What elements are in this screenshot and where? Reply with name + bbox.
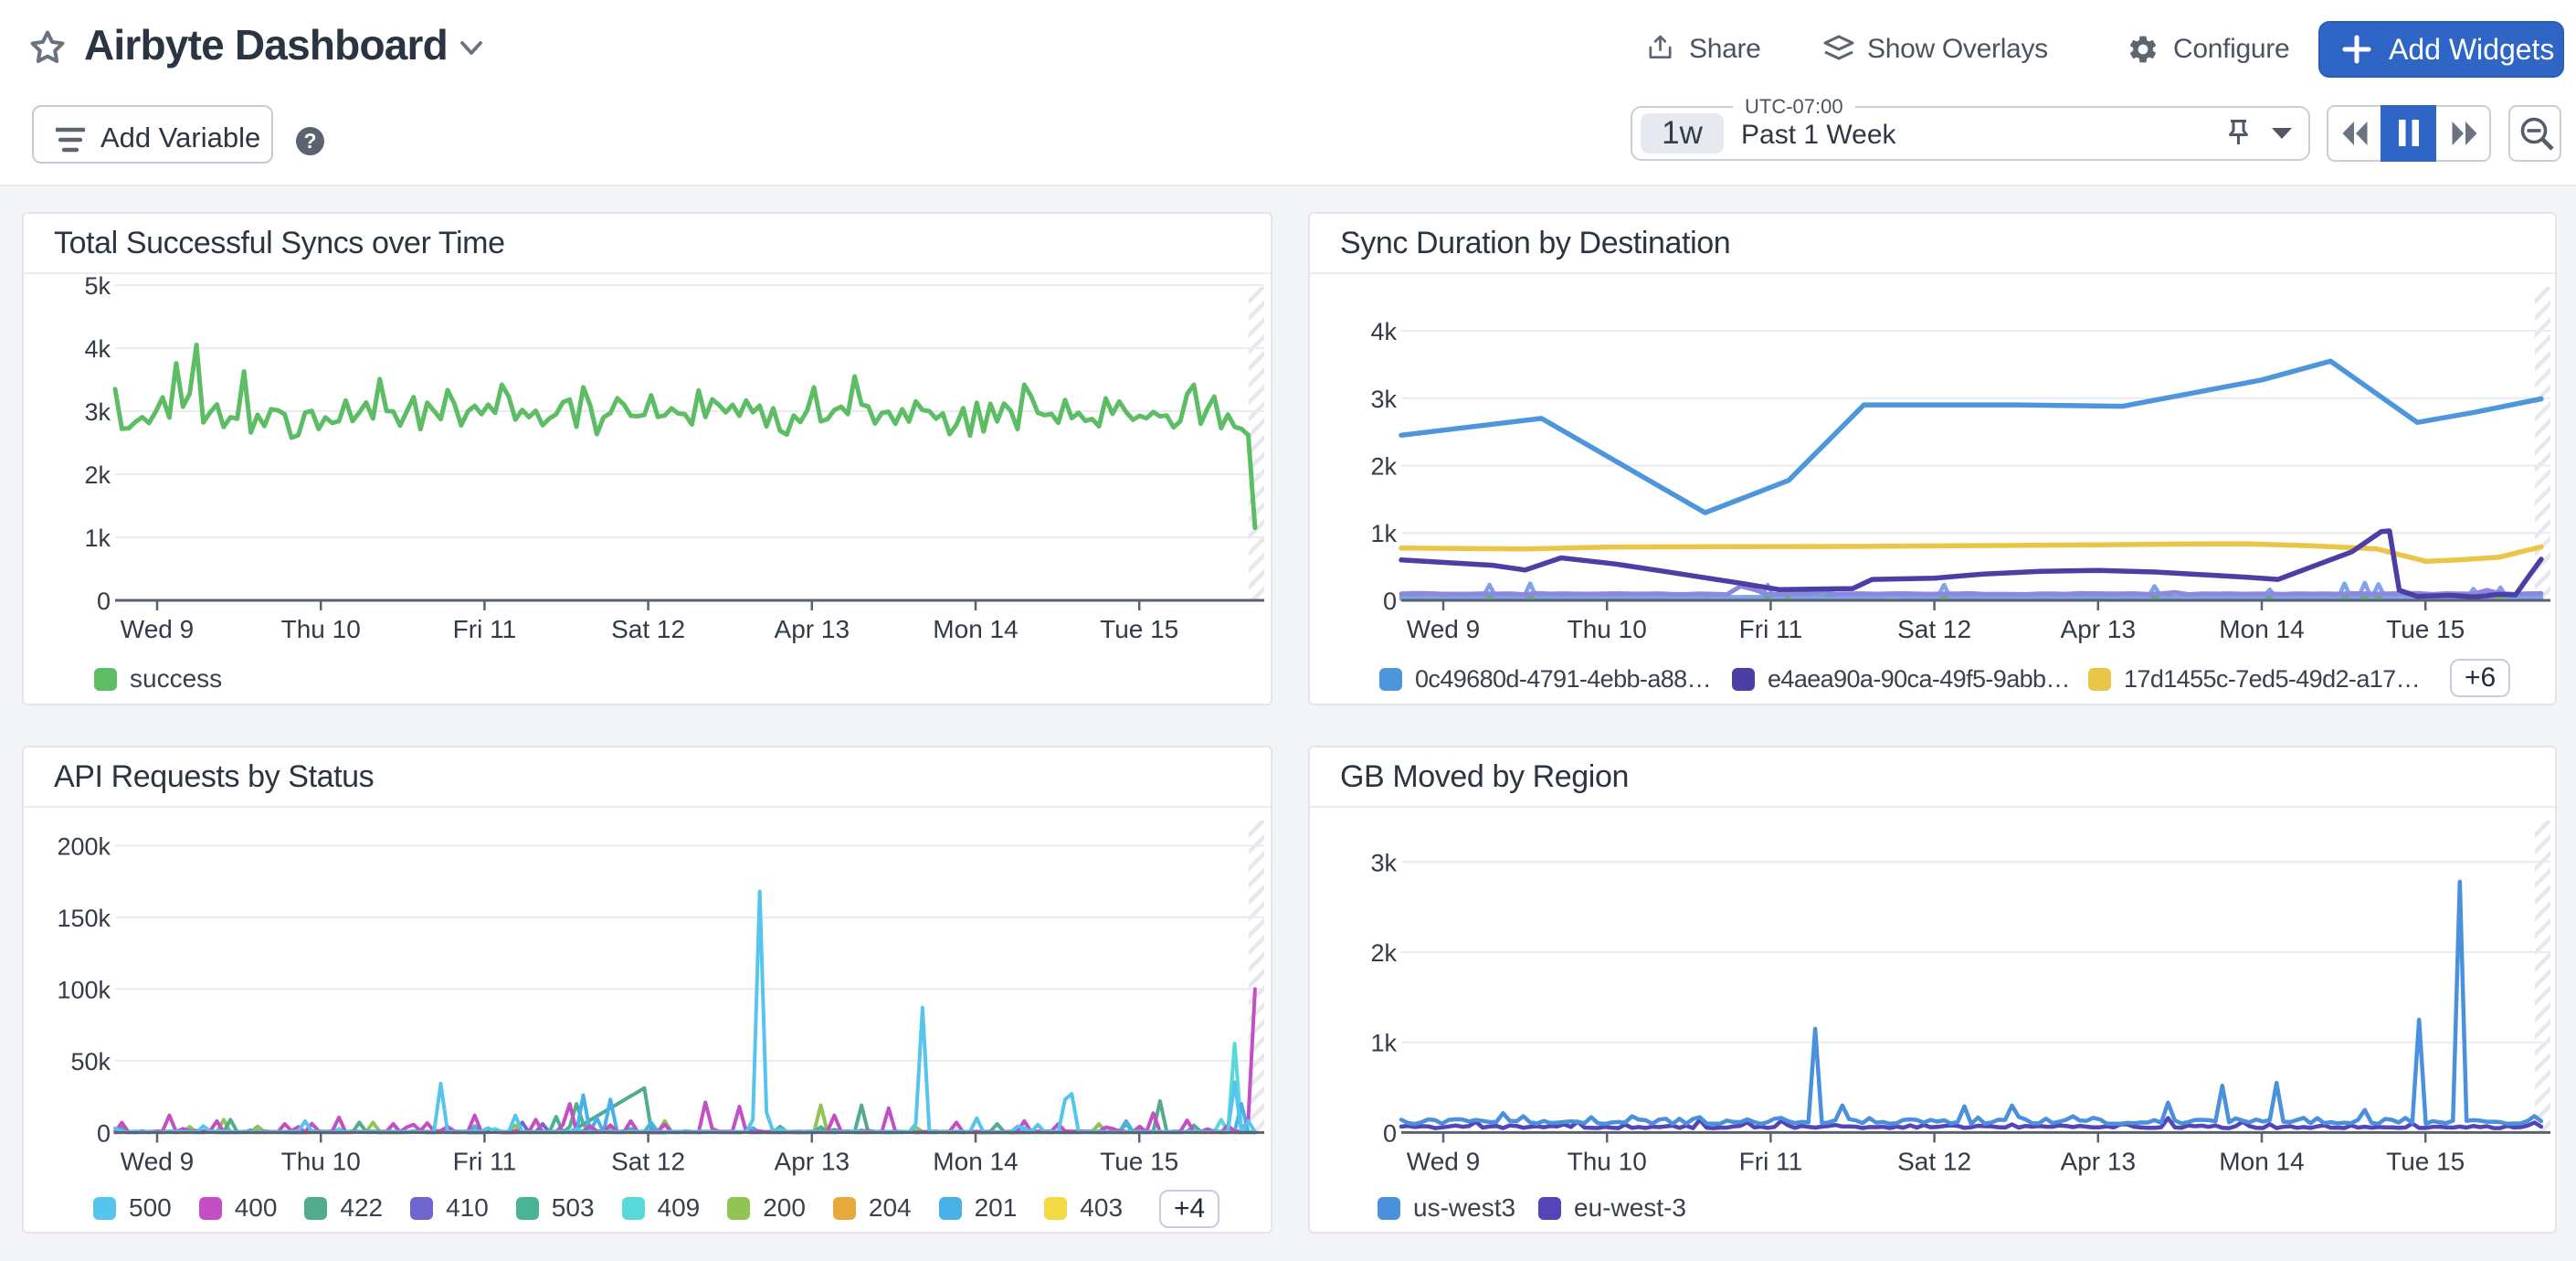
svg-text:Apr 13: Apr 13: [775, 615, 850, 643]
svg-text:Fri 11: Fri 11: [1739, 615, 1803, 643]
svg-text:2k: 2k: [84, 461, 111, 489]
svg-text:Apr 13: Apr 13: [2061, 615, 2137, 643]
svg-text:200k: 200k: [57, 832, 111, 860]
svg-text:Mon 14: Mon 14: [2219, 615, 2304, 643]
svg-text:1k: 1k: [84, 525, 111, 552]
svg-text:Mon 14: Mon 14: [933, 1147, 1018, 1175]
svg-text:Fri 11: Fri 11: [453, 1147, 517, 1175]
svg-text:3k: 3k: [1370, 386, 1397, 413]
svg-text:0: 0: [97, 588, 111, 615]
svg-text:Fri 11: Fri 11: [1739, 1147, 1803, 1175]
svg-text:Sat 12: Sat 12: [611, 1147, 685, 1175]
svg-text:Sat 12: Sat 12: [1897, 1147, 1971, 1175]
svg-text:2k: 2k: [1370, 453, 1397, 481]
svg-text:5k: 5k: [84, 272, 111, 300]
svg-text:Sat 12: Sat 12: [1897, 615, 1971, 643]
svg-text:Tue 15: Tue 15: [1100, 1147, 1178, 1175]
svg-text:0: 0: [1383, 1119, 1397, 1147]
svg-text:0: 0: [1383, 588, 1397, 615]
svg-text:50k: 50k: [70, 1048, 111, 1076]
svg-text:4k: 4k: [84, 335, 111, 363]
svg-text:Tue 15: Tue 15: [1100, 615, 1178, 643]
svg-text:Wed 9: Wed 9: [1407, 1147, 1480, 1175]
svg-text:Wed 9: Wed 9: [121, 615, 194, 643]
svg-text:Thu 10: Thu 10: [1568, 615, 1647, 643]
svg-text:Wed 9: Wed 9: [121, 1147, 194, 1175]
svg-text:100k: 100k: [57, 976, 111, 1003]
svg-text:150k: 150k: [57, 905, 111, 932]
svg-text:Wed 9: Wed 9: [1407, 615, 1480, 643]
svg-text:Sat 12: Sat 12: [611, 615, 685, 643]
svg-text:Thu 10: Thu 10: [1568, 1147, 1647, 1175]
svg-text:1k: 1k: [1370, 520, 1397, 547]
svg-text:Fri 11: Fri 11: [453, 615, 517, 643]
svg-text:1k: 1k: [1370, 1030, 1397, 1057]
svg-text:Tue 15: Tue 15: [2386, 615, 2465, 643]
svg-text:Thu 10: Thu 10: [281, 615, 361, 643]
svg-text:3k: 3k: [1370, 849, 1397, 876]
svg-text:2k: 2k: [1370, 939, 1397, 967]
svg-text:Mon 14: Mon 14: [2219, 1147, 2304, 1175]
svg-text:Thu 10: Thu 10: [281, 1147, 361, 1175]
svg-text:Mon 14: Mon 14: [933, 615, 1018, 643]
svg-text:4k: 4k: [1370, 318, 1397, 345]
svg-text:0: 0: [97, 1119, 111, 1147]
svg-text:Tue 15: Tue 15: [2386, 1147, 2465, 1175]
svg-text:Apr 13: Apr 13: [2061, 1147, 2137, 1175]
svg-text:3k: 3k: [84, 398, 111, 426]
svg-text:Apr 13: Apr 13: [775, 1147, 850, 1175]
